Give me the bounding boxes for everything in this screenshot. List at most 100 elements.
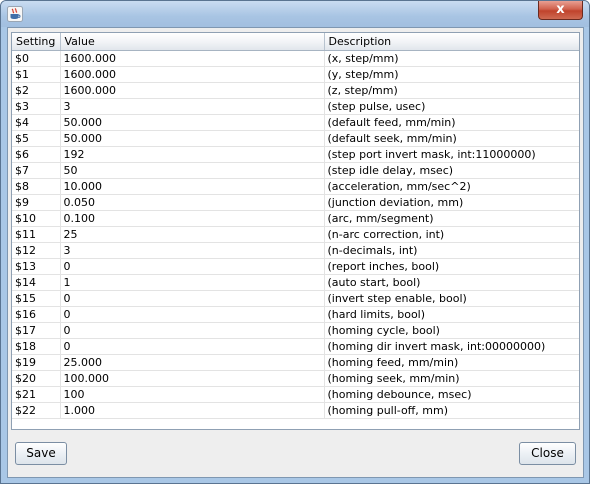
settings-table-body: $0 1600.000 (x, step/mm) $1 1600.000 (y, step… bbox=[12, 50, 579, 419]
table-row[interactable]: $1 1600.000 (y, step/mm) bbox=[12, 66, 579, 83]
value-cell[interactable]: 1600.000 bbox=[60, 66, 325, 83]
value-cell[interactable]: 3 bbox=[60, 98, 325, 115]
setting-cell: $1 bbox=[12, 66, 61, 83]
setting-cell: $22 bbox=[12, 402, 61, 419]
table-row[interactable]: $14 1 (auto start, bool) bbox=[12, 274, 579, 291]
description-cell: (hard limits, bool) bbox=[324, 306, 579, 323]
table-row[interactable]: $18 0 (homing dir invert mask, int:0000000… bbox=[12, 338, 579, 355]
table-row[interactable]: $11 25 (n-arc correction, int) bbox=[12, 226, 579, 243]
setting-cell: $19 bbox=[12, 354, 61, 371]
value-cell[interactable]: 0 bbox=[60, 258, 325, 275]
description-cell: (acceleration, mm/sec^2) bbox=[324, 178, 579, 195]
description-cell: (homing debounce, msec) bbox=[324, 386, 579, 403]
table-row[interactable]: $7 50 (step idle delay, msec) bbox=[12, 162, 579, 179]
value-cell[interactable]: 1 bbox=[60, 274, 325, 291]
value-cell[interactable]: 0 bbox=[60, 322, 325, 339]
table-row[interactable]: $10 0.100 (arc, mm/segment) bbox=[12, 210, 579, 227]
settings-table[interactable]: Setting Value Description $0 1600.000 (x, st… bbox=[12, 33, 579, 419]
value-cell[interactable]: 25.000 bbox=[60, 354, 325, 371]
setting-cell: $10 bbox=[12, 210, 61, 227]
column-header-description[interactable]: Description bbox=[324, 33, 579, 51]
setting-cell: $0 bbox=[12, 50, 61, 67]
value-cell[interactable]: 1600.000 bbox=[60, 82, 325, 99]
setting-cell: $12 bbox=[12, 242, 61, 259]
value-cell[interactable]: 1.000 bbox=[60, 402, 325, 419]
value-cell[interactable]: 0.050 bbox=[60, 194, 325, 211]
setting-cell: $14 bbox=[12, 274, 61, 291]
table-row[interactable]: $16 0 (hard limits, bool) bbox=[12, 306, 579, 323]
table-row[interactable]: $8 10.000 (acceleration, mm/sec^2) bbox=[12, 178, 579, 195]
table-row[interactable]: $17 0 (homing cycle, bool) bbox=[12, 322, 579, 339]
table-row[interactable]: $20 100.000 (homing seek, mm/min) bbox=[12, 370, 579, 387]
description-cell: (homing pull-off, mm) bbox=[324, 402, 579, 419]
table-row[interactable]: $12 3 (n-decimals, int) bbox=[12, 242, 579, 259]
description-cell: (x, step/mm) bbox=[324, 50, 579, 67]
setting-cell: $9 bbox=[12, 194, 61, 211]
settings-dialog-window: x Setting Value Description $0 1600.000 (x, … bbox=[0, 0, 590, 484]
table-row[interactable]: $3 3 (step pulse, usec) bbox=[12, 98, 579, 115]
description-cell: (z, step/mm) bbox=[324, 82, 579, 99]
value-cell[interactable]: 192 bbox=[60, 146, 325, 163]
setting-cell: $11 bbox=[12, 226, 61, 243]
table-row[interactable]: $6 192 (step port invert mask, int:1100000… bbox=[12, 146, 579, 163]
value-cell[interactable]: 0.100 bbox=[60, 210, 325, 227]
setting-cell: $6 bbox=[12, 146, 61, 163]
save-button[interactable]: Save bbox=[15, 442, 67, 465]
description-cell: (y, step/mm) bbox=[324, 66, 579, 83]
table-row[interactable]: $4 50.000 (default feed, mm/min) bbox=[12, 114, 579, 131]
table-row[interactable]: $19 25.000 (homing feed, mm/min) bbox=[12, 354, 579, 371]
value-cell[interactable]: 100 bbox=[60, 386, 325, 403]
setting-cell: $2 bbox=[12, 82, 61, 99]
close-button[interactable]: Close bbox=[519, 442, 576, 465]
value-cell[interactable]: 0 bbox=[60, 290, 325, 307]
setting-cell: $17 bbox=[12, 322, 61, 339]
setting-cell: $13 bbox=[12, 258, 61, 275]
settings-table-scrollpane[interactable]: Setting Value Description $0 1600.000 (x, st… bbox=[11, 32, 580, 430]
window-close-button[interactable]: x bbox=[538, 1, 583, 20]
description-cell: (invert step enable, bool) bbox=[324, 290, 579, 307]
description-cell: (n-decimals, int) bbox=[324, 242, 579, 259]
table-row[interactable]: $2 1600.000 (z, step/mm) bbox=[12, 82, 579, 99]
value-cell[interactable]: 3 bbox=[60, 242, 325, 259]
description-cell: (homing seek, mm/min) bbox=[324, 370, 579, 387]
setting-cell: $16 bbox=[12, 306, 61, 323]
description-cell: (homing feed, mm/min) bbox=[324, 354, 579, 371]
value-cell[interactable]: 50.000 bbox=[60, 130, 325, 147]
table-row[interactable]: $22 1.000 (homing pull-off, mm) bbox=[12, 402, 579, 419]
value-cell[interactable]: 0 bbox=[60, 306, 325, 323]
description-cell: (arc, mm/segment) bbox=[324, 210, 579, 227]
value-cell[interactable]: 1600.000 bbox=[60, 50, 325, 67]
description-cell: (step idle delay, msec) bbox=[324, 162, 579, 179]
value-cell[interactable]: 50.000 bbox=[60, 114, 325, 131]
setting-cell: $15 bbox=[12, 290, 61, 307]
column-header-value[interactable]: Value bbox=[60, 33, 325, 51]
setting-cell: $21 bbox=[12, 386, 61, 403]
table-row[interactable]: $21 100 (homing debounce, msec) bbox=[12, 386, 579, 403]
value-cell[interactable]: 0 bbox=[60, 338, 325, 355]
description-cell: (report inches, bool) bbox=[324, 258, 579, 275]
table-row[interactable]: $0 1600.000 (x, step/mm) bbox=[12, 50, 579, 67]
value-cell[interactable]: 50 bbox=[60, 162, 325, 179]
setting-cell: $5 bbox=[12, 130, 61, 147]
java-cup-icon[interactable] bbox=[7, 6, 23, 22]
table-row[interactable]: $5 50.000 (default seek, mm/min) bbox=[12, 130, 579, 147]
column-header-setting[interactable]: Setting bbox=[12, 33, 61, 51]
description-cell: (junction deviation, mm) bbox=[324, 194, 579, 211]
value-cell[interactable]: 10.000 bbox=[60, 178, 325, 195]
title-bar[interactable]: x bbox=[1, 1, 589, 27]
setting-cell: $20 bbox=[12, 370, 61, 387]
description-cell: (step port invert mask, int:11000000) bbox=[324, 146, 579, 163]
table-row[interactable]: $9 0.050 (junction deviation, mm) bbox=[12, 194, 579, 211]
value-cell[interactable]: 100.000 bbox=[60, 370, 325, 387]
description-cell: (default seek, mm/min) bbox=[324, 130, 579, 147]
description-cell: (step pulse, usec) bbox=[324, 98, 579, 115]
table-row[interactable]: $15 0 (invert step enable, bool) bbox=[12, 290, 579, 307]
description-cell: (homing cycle, bool) bbox=[324, 322, 579, 339]
setting-cell: $7 bbox=[12, 162, 61, 179]
description-cell: (auto start, bool) bbox=[324, 274, 579, 291]
table-row[interactable]: $13 0 (report inches, bool) bbox=[12, 258, 579, 275]
description-cell: (homing dir invert mask, int:00000000) bbox=[324, 338, 579, 355]
setting-cell: $8 bbox=[12, 178, 61, 195]
setting-cell: $18 bbox=[12, 338, 61, 355]
value-cell[interactable]: 25 bbox=[60, 226, 325, 243]
